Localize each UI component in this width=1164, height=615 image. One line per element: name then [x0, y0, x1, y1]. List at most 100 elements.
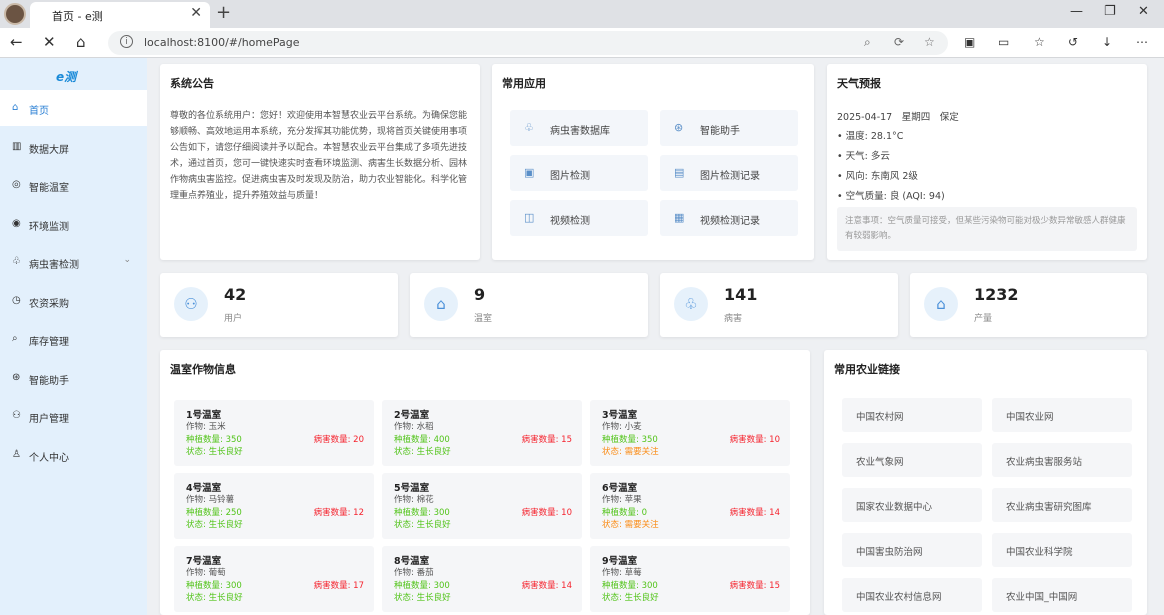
pest-count: 病害数量: 20 [313, 435, 364, 445]
sidebar-item-5[interactable]: ◷ 农资采购 [0, 283, 147, 319]
stop-icon[interactable]: ✕ [43, 33, 56, 51]
sidebar-item-4[interactable]: ♧ 病虫害检测 ⌄ [0, 244, 147, 280]
greenhouse-status: 状态: 生长良好 [394, 593, 451, 603]
app-label: 图片检测 [550, 171, 590, 182]
stat-label: 温室 [474, 314, 493, 324]
pest-count: 病害数量: 10 [521, 508, 572, 518]
robot-icon: ⊛ [12, 371, 21, 383]
greenhouse-crop: 作物: 小麦 [602, 422, 642, 432]
pest-count: 病害数量: 15 [729, 581, 780, 591]
extension-icon[interactable]: ▣ [964, 35, 975, 49]
greenhouse-item: 1号温室 作物: 玉米 种植数量: 350 病害数量: 20 状态: 生长良好 [174, 400, 374, 466]
agri-link[interactable]: 农业中国_中国网 [992, 578, 1132, 612]
plant-count: 种植数量: 300 [186, 581, 242, 591]
agri-link-label[interactable]: 中国农村网 [856, 409, 904, 423]
sidebar-item-9[interactable]: ♙ 个人中心 [0, 437, 147, 473]
agri-link-label[interactable]: 农业病虫害服务站 [1006, 454, 1082, 468]
sidebar-item-2[interactable]: ◎ 智能温室 [0, 167, 147, 203]
greenhouse-name: 8号温室 [394, 556, 430, 567]
stat-value: 9 [474, 285, 486, 304]
home-icon[interactable]: ⌂ [76, 33, 86, 51]
favorites-icon[interactable]: ☆ [1034, 35, 1045, 49]
sidebar-item-7[interactable]: ⊛ 智能助手 [0, 360, 147, 396]
sidebar-item-label: 环境监测 [29, 221, 69, 233]
weather-date: 2025-04-17 星期四 保定 [837, 112, 959, 123]
app-button-0[interactable]: ♧ 病虫害数据库 [510, 110, 648, 146]
sidebar: e测 ⌂ 首页 ▥ 数据大屏 ◎ 智能温室 ◉ 环境监测 ♧ 病虫害检测 ⌄ ◷ 农资采购 ⌕ 库存管理 ⊛ 智… [0, 58, 147, 615]
agri-link[interactable]: 中国农业科学院 [992, 533, 1132, 567]
greenhouse-status: 状态: 生长良好 [186, 593, 243, 603]
greenhouse-crop: 作物: 草莓 [602, 568, 642, 578]
sidebar-item-6[interactable]: ⌕ 库存管理 [0, 321, 147, 357]
greenhouse-name: 4号温室 [186, 483, 222, 494]
agri-link[interactable]: 农业病虫害服务站 [992, 443, 1132, 477]
site-info-icon[interactable]: i [120, 35, 133, 48]
stat-label: 产量 [974, 314, 993, 324]
sidebar-item-label: 用户管理 [29, 414, 69, 425]
weather-line: • 天气: 多云 [837, 151, 890, 162]
back-icon[interactable]: ← [10, 33, 23, 51]
pest-count: 病害数量: 15 [521, 435, 572, 445]
stat-value: 42 [224, 285, 247, 304]
translate-icon[interactable]: ⟳ [894, 35, 904, 49]
agri-link[interactable]: 中国害虫防治网 [842, 533, 982, 567]
sidebar-item-8[interactable]: ⚇ 用户管理 [0, 398, 147, 434]
pest-count: 病害数量: 14 [729, 508, 780, 518]
app-button-1[interactable]: ⊛ 智能助手 [660, 110, 798, 146]
url-field[interactable]: i localhost:8100/#/homePage ⌕ ⟳ ☆ [108, 31, 948, 55]
app-button-5[interactable]: ▦ 视频检测记录 [660, 200, 798, 236]
window-close-icon[interactable]: ✕ [1138, 4, 1149, 19]
plant-count: 种植数量: 300 [394, 508, 450, 518]
agri-link-label[interactable]: 农业中国_中国网 [1006, 589, 1077, 603]
zoom-icon[interactable]: ⌕ [864, 35, 871, 50]
agri-link[interactable]: 农业气象网 [842, 443, 982, 477]
agri-link-label[interactable]: 国家农业数据中心 [856, 499, 932, 513]
stat-card: ⌂ 9 温室 [410, 273, 648, 337]
favorite-star-icon[interactable]: ☆ [924, 35, 935, 49]
profile-avatar[interactable] [4, 3, 26, 25]
sidebar-item-label: 首页 [29, 106, 49, 117]
download-icon[interactable]: ↓ [1102, 35, 1112, 49]
more-menu-icon[interactable]: ⋯ [1136, 35, 1148, 49]
agri-link-label[interactable]: 中国农业网 [1006, 409, 1054, 423]
links-title: 常用农业链接 [834, 363, 900, 376]
agri-link-label[interactable]: 中国害虫防治网 [856, 544, 923, 558]
app-button-4[interactable]: ◫ 视频检测 [510, 200, 648, 236]
notice-body: 尊敬的各位系统用户：您好！欢迎使用本智慧农业云平台系统。为确保您能够顺畅、高效地… [170, 111, 468, 201]
app-label: 病虫害数据库 [550, 126, 610, 137]
agri-link[interactable]: 中国农村网 [842, 398, 982, 432]
agri-link[interactable]: 中国农业网 [992, 398, 1132, 432]
greenhouse-icon: ◎ [12, 179, 21, 190]
notice-title: 系统公告 [170, 77, 214, 90]
browser-tab-bar: 首页 - e测 ✕ + — ❐ ✕ [0, 0, 1164, 28]
new-tab-icon[interactable]: + [216, 2, 231, 23]
reading-view-icon[interactable]: ▭ [998, 35, 1009, 49]
agri-link-label[interactable]: 农业气象网 [856, 454, 904, 468]
cart-icon: ◷ [12, 294, 21, 306]
browser-tab[interactable]: 首页 - e测 ✕ [30, 2, 210, 28]
agri-link-label[interactable]: 农业病虫害研究图库 [1006, 499, 1092, 513]
tab-close-icon[interactable]: ✕ [190, 5, 202, 21]
maximize-icon[interactable]: ❐ [1104, 4, 1116, 19]
agri-link-label[interactable]: 中国农业科学院 [1006, 544, 1073, 558]
minimize-icon[interactable]: — [1070, 4, 1083, 19]
app-button-2[interactable]: ▣ 图片检测 [510, 155, 648, 191]
greenhouse-title: 温室作物信息 [170, 363, 236, 376]
agri-link[interactable]: 国家农业数据中心 [842, 488, 982, 522]
chart-icon: ▥ [12, 140, 22, 152]
agri-link[interactable]: 中国农业农村信息网 [842, 578, 982, 612]
stat-value: 141 [724, 285, 758, 304]
sidebar-item-0[interactable]: ⌂ 首页 [0, 90, 147, 126]
app-button-3[interactable]: ▤ 图片检测记录 [660, 155, 798, 191]
stat-icon: ⌂ [424, 287, 458, 321]
tab-title: 首页 - e测 [52, 10, 103, 23]
plant-count: 种植数量: 350 [602, 435, 658, 445]
agri-link-label[interactable]: 中国农业农村信息网 [856, 589, 942, 603]
history-icon[interactable]: ↺ [1068, 35, 1078, 49]
agri-link[interactable]: 农业病虫害研究图库 [992, 488, 1132, 522]
sidebar-item-1[interactable]: ▥ 数据大屏 [0, 129, 147, 165]
stat-label: 用户 [224, 314, 243, 324]
sidebar-item-3[interactable]: ◉ 环境监测 [0, 206, 147, 242]
app-label: 图片检测记录 [700, 171, 760, 182]
url-text[interactable]: localhost:8100/#/homePage [144, 36, 300, 49]
